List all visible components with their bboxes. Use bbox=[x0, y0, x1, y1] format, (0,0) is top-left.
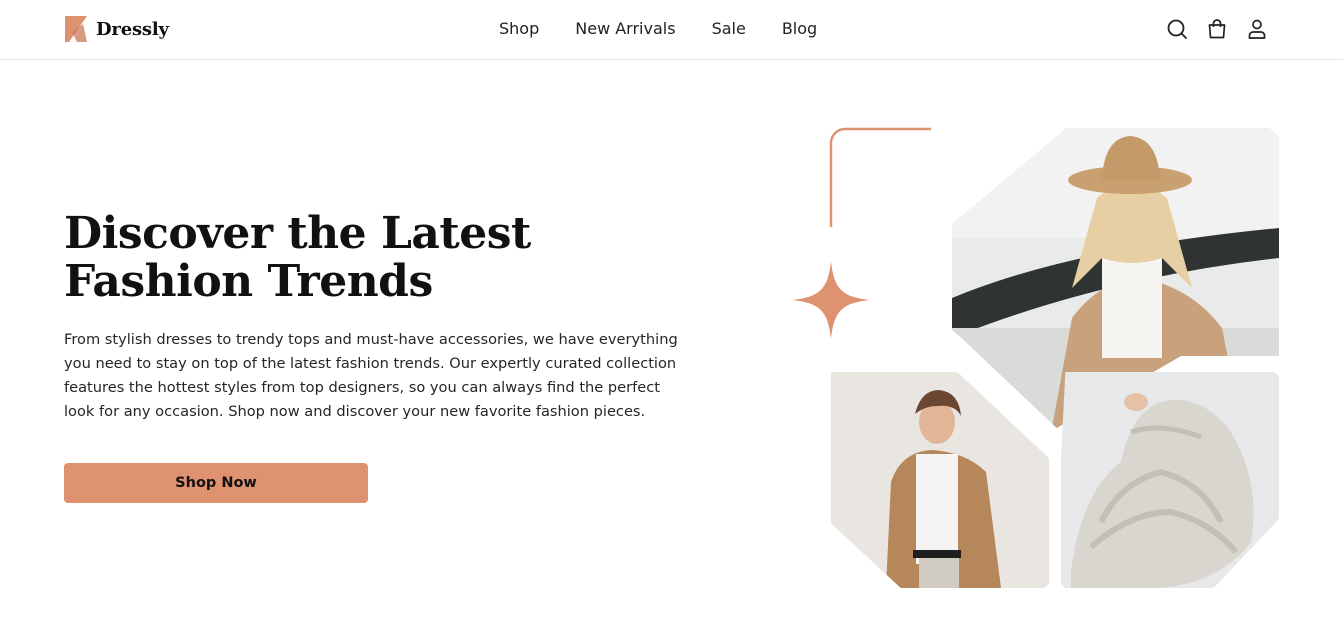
sparkle-star-icon bbox=[792, 261, 870, 339]
nav-item-sale[interactable]: Sale bbox=[712, 19, 746, 38]
logo[interactable]: Dressly bbox=[63, 14, 169, 44]
user-icon[interactable] bbox=[1246, 18, 1268, 40]
hero-description: From stylish dresses to trendy tops and … bbox=[64, 331, 678, 420]
knit-sweater-photo bbox=[1061, 372, 1279, 588]
main-nav: Shop New Arrivals Sale Blog bbox=[499, 19, 817, 38]
shop-now-button[interactable]: Shop Now bbox=[64, 463, 368, 503]
hero-title-line-2: Fashion Trends bbox=[64, 256, 433, 307]
search-icon[interactable] bbox=[1166, 18, 1188, 40]
man-camel-coat-photo bbox=[831, 372, 1049, 588]
site-header: Dressly Shop New Arrivals Sale Blog bbox=[0, 0, 1343, 60]
hero-title-line-1: Discover the Latest bbox=[64, 208, 531, 259]
nav-item-new-arrivals[interactable]: New Arrivals bbox=[575, 19, 675, 38]
hero-title: Discover the Latest Fashion Trends bbox=[64, 210, 624, 306]
shopping-bag-icon[interactable] bbox=[1206, 18, 1228, 40]
nav-item-shop[interactable]: Shop bbox=[499, 19, 539, 38]
header-actions bbox=[1166, 18, 1268, 40]
nav-item-blog[interactable]: Blog bbox=[782, 19, 817, 38]
logo-mark-icon bbox=[65, 16, 87, 42]
decorative-frame-corner bbox=[829, 127, 931, 227]
brand-name: Dressly bbox=[96, 18, 169, 40]
